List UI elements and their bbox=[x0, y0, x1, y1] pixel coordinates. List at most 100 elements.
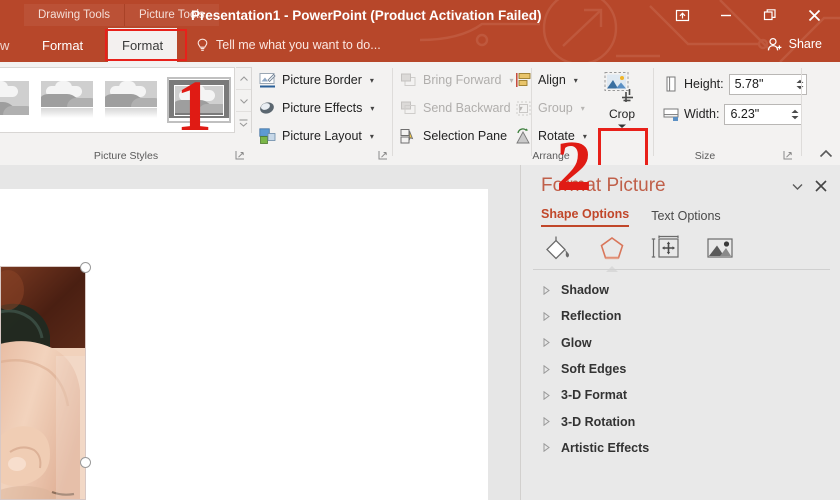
selection-handle-bottom-right[interactable] bbox=[80, 457, 91, 468]
bring-forward-icon bbox=[401, 73, 416, 86]
ribbon-tab-strip: w Format Format bbox=[0, 28, 840, 62]
size-dialog-launcher[interactable] bbox=[783, 150, 794, 161]
picture-effects-button[interactable]: Picture Effects ▾ bbox=[259, 96, 374, 120]
send-backward-icon bbox=[401, 101, 416, 114]
bring-forward-button[interactable]: Bring Forward ▾ bbox=[400, 68, 514, 92]
picture-layout-button[interactable]: Picture Layout ▾ bbox=[259, 124, 374, 148]
minimize-button[interactable] bbox=[704, 2, 748, 28]
tell-me-placeholder: Tell me what you want to do... bbox=[216, 38, 381, 52]
share-label: Share bbox=[788, 37, 822, 51]
tab-view-partial[interactable]: w bbox=[0, 28, 19, 62]
close-button[interactable] bbox=[792, 2, 836, 28]
crop-dropdown-icon[interactable] bbox=[617, 123, 627, 129]
picture-layout-icon bbox=[259, 127, 276, 144]
tab-format-picture-label: Format bbox=[122, 37, 164, 53]
contextual-group-drawing-tools-label: Drawing Tools bbox=[38, 9, 111, 21]
height-value: 5.78" bbox=[734, 77, 764, 91]
pane-section-3d-rotation[interactable]: 3-D Rotation bbox=[541, 408, 830, 434]
align-button[interactable]: Align ▾ bbox=[515, 68, 578, 92]
pane-tab-shape-options[interactable]: Shape Options bbox=[541, 207, 630, 227]
expand-triangle-icon bbox=[541, 390, 551, 400]
ribbon-group-arrange-right: Align ▾ Group ▾ Rotate ▾ Arrange bbox=[509, 62, 591, 165]
picture-style-thumbnail-selected[interactable] bbox=[167, 77, 231, 123]
picture-effects-label: Picture Effects bbox=[282, 101, 363, 115]
picture-layout-label: Picture Layout bbox=[282, 129, 362, 143]
collapse-ribbon-button[interactable] bbox=[818, 147, 834, 161]
contextual-group-drawing-tools: Drawing Tools bbox=[24, 4, 125, 26]
pane-tab-shape-options-label: Shape Options bbox=[541, 207, 630, 221]
pane-section-shadow[interactable]: Shadow bbox=[541, 277, 830, 303]
width-value: 6.23" bbox=[730, 107, 760, 121]
pane-close-button[interactable] bbox=[812, 177, 830, 195]
group-caret-icon: ▾ bbox=[580, 103, 585, 113]
contextual-tab-groups: Drawing Tools Picture Tools bbox=[24, 4, 219, 26]
selection-handle-top-right[interactable] bbox=[80, 262, 91, 273]
rotate-label: Rotate bbox=[538, 129, 575, 143]
share-button[interactable]: Share bbox=[757, 30, 832, 58]
pane-section-glow-label: Glow bbox=[561, 335, 592, 350]
rotate-button[interactable]: Rotate ▾ bbox=[515, 124, 587, 148]
pane-section-3d-format[interactable]: 3-D Format bbox=[541, 382, 830, 408]
align-icon bbox=[516, 72, 531, 87]
height-label: Height: bbox=[684, 77, 724, 91]
picture-style-thumbnail[interactable] bbox=[105, 81, 157, 119]
pane-divider bbox=[533, 269, 830, 270]
width-stepper[interactable] bbox=[791, 109, 799, 120]
crop-label: Crop bbox=[608, 107, 635, 121]
picture-border-caret-icon: ▾ bbox=[369, 75, 374, 85]
selection-pane-button[interactable]: Selection Pane bbox=[400, 124, 507, 148]
picture-style-thumbnail[interactable] bbox=[0, 81, 29, 119]
pane-section-artistic-effects-label: Artistic Effects bbox=[561, 440, 650, 455]
send-backward-button[interactable]: Send Backward ▾ bbox=[400, 96, 523, 120]
picture-styles-gallery[interactable] bbox=[0, 67, 235, 133]
align-caret-icon: ▾ bbox=[573, 75, 578, 85]
pane-section-soft-edges-label: Soft Edges bbox=[561, 362, 627, 377]
picture-border-button[interactable]: Picture Border ▾ bbox=[259, 68, 374, 92]
effects-icon[interactable] bbox=[595, 233, 629, 272]
picture-effects-caret-icon: ▾ bbox=[370, 103, 375, 113]
window-controls bbox=[660, 2, 836, 28]
picture-styles-dialog-launcher[interactable] bbox=[235, 150, 246, 161]
tab-format-drawing[interactable]: Format bbox=[28, 28, 97, 62]
gallery-scroll-down-button[interactable] bbox=[236, 89, 251, 111]
group-separator bbox=[392, 68, 393, 156]
selection-pane-label: Selection Pane bbox=[423, 129, 508, 143]
size-and-properties-icon[interactable] bbox=[649, 233, 683, 263]
ribbon: Picture Styles Picture Border ▾ Picture … bbox=[0, 62, 840, 204]
selected-picture[interactable] bbox=[0, 266, 86, 500]
lightbulb-icon bbox=[197, 38, 208, 51]
pane-section-3d-rotation-label: 3-D Rotation bbox=[561, 414, 636, 429]
restore-button[interactable] bbox=[748, 2, 792, 28]
pane-section-soft-edges[interactable]: Soft Edges bbox=[541, 356, 830, 382]
pane-section-shadow-label: Shadow bbox=[561, 283, 609, 298]
tab-format-picture[interactable]: Format bbox=[108, 28, 178, 62]
height-input[interactable]: 5.78" bbox=[728, 73, 807, 95]
picture-icon[interactable] bbox=[703, 233, 737, 263]
group-button[interactable]: Group ▾ bbox=[515, 96, 585, 120]
pane-section-reflection[interactable]: Reflection bbox=[541, 303, 830, 329]
pane-dropdown-button[interactable] bbox=[788, 177, 806, 195]
pane-tab-text-options[interactable]: Text Options bbox=[651, 209, 720, 227]
width-icon bbox=[663, 108, 679, 121]
ribbon-display-options-button[interactable] bbox=[660, 2, 704, 28]
pane-section-glow[interactable]: Glow bbox=[541, 330, 830, 356]
group-separator bbox=[801, 68, 802, 156]
gallery-more-styles-button[interactable] bbox=[236, 111, 251, 133]
pane-tabs: Shape Options Text Options bbox=[541, 207, 721, 227]
width-input[interactable]: 6.23" bbox=[724, 103, 803, 125]
height-stepper[interactable] bbox=[796, 79, 804, 90]
picture-style-thumbnail[interactable] bbox=[41, 81, 93, 119]
expand-triangle-icon bbox=[541, 311, 551, 321]
fill-and-line-icon[interactable] bbox=[541, 233, 575, 263]
picture-commands-dialog-launcher[interactable] bbox=[378, 150, 389, 161]
crop-button[interactable]: Crop bbox=[594, 67, 650, 139]
pane-sections: Shadow Reflection Glow Soft Edges 3-D Fo… bbox=[541, 277, 830, 461]
group-label: Group bbox=[538, 101, 573, 115]
crop-icon bbox=[604, 72, 633, 102]
width-control: Width: 6.23" bbox=[663, 103, 803, 125]
tell-me-search[interactable]: Tell me what you want to do... bbox=[196, 28, 381, 62]
pane-section-artistic-effects[interactable]: Artistic Effects bbox=[541, 435, 830, 461]
ribbon-group-picture-styles-label: Picture Styles bbox=[93, 150, 159, 162]
gallery-scroll-up-button[interactable] bbox=[236, 68, 251, 89]
picture-styles-scroll-buttons bbox=[236, 67, 252, 133]
